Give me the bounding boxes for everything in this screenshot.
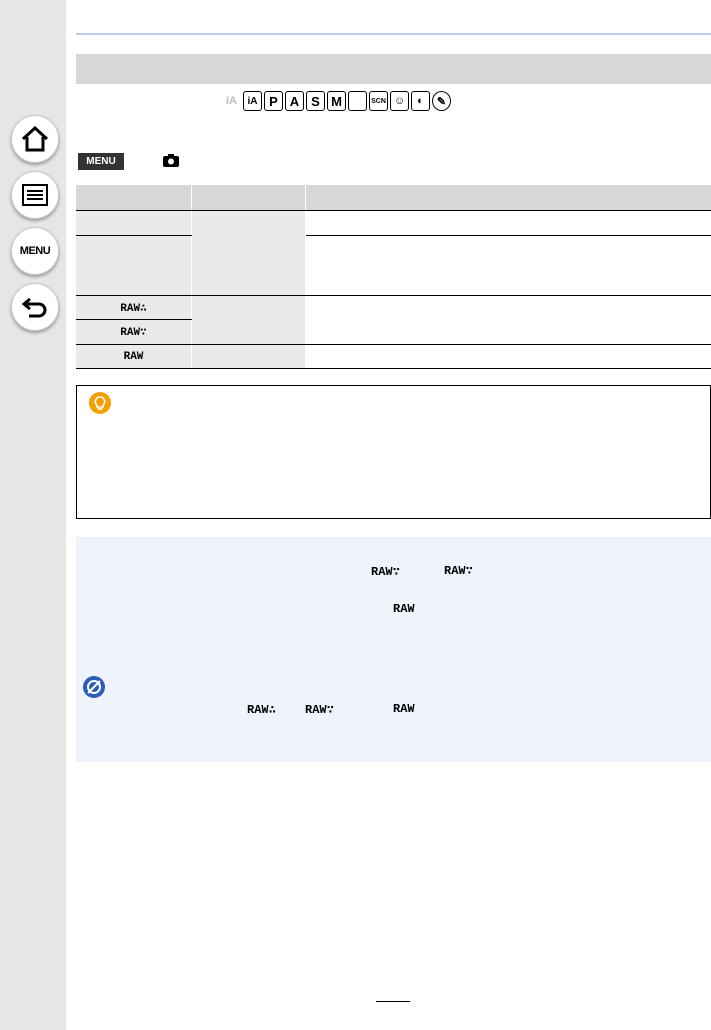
contents-button[interactable] bbox=[11, 171, 59, 219]
raw-standard-icon: RAW∵ bbox=[305, 703, 334, 717]
raw-fine-icon: RAW∵ bbox=[371, 565, 400, 579]
table-cell bbox=[305, 295, 711, 345]
camera-icon bbox=[162, 153, 180, 173]
top-rule bbox=[76, 33, 711, 35]
table-cell bbox=[305, 235, 711, 296]
raw-standard-icon: RAW∵ bbox=[444, 564, 473, 578]
table-cell bbox=[76, 235, 192, 296]
home-icon bbox=[21, 125, 49, 152]
table-header-cell bbox=[191, 185, 306, 211]
page-number-rule bbox=[376, 1001, 410, 1002]
back-button[interactable] bbox=[11, 283, 59, 331]
sidebar: MENU bbox=[0, 0, 66, 1030]
back-arrow-icon bbox=[21, 297, 47, 318]
table-cell bbox=[191, 210, 306, 296]
table-cell: RAW∵ bbox=[76, 319, 192, 345]
mode-panorama-icon bbox=[348, 91, 367, 111]
table-cell bbox=[305, 344, 711, 369]
menu-icon: MENU bbox=[19, 245, 51, 257]
table-cell bbox=[305, 210, 711, 236]
raw-icon: RAW bbox=[393, 702, 415, 716]
lightbulb-icon bbox=[89, 392, 111, 414]
table-row bbox=[76, 210, 711, 296]
menu-badge: MENU bbox=[78, 153, 124, 170]
mode-scn-icon: SCN bbox=[369, 91, 388, 111]
quality-table: RAW∴ RAW∵ RAW bbox=[76, 185, 711, 369]
mode-s-icon: S bbox=[306, 91, 325, 111]
mode-m-icon: M bbox=[327, 91, 346, 111]
tip-box bbox=[76, 385, 711, 519]
table-row bbox=[76, 235, 711, 296]
table-header-row bbox=[76, 185, 711, 211]
list-icon bbox=[22, 184, 48, 206]
table-cell: RAW bbox=[76, 344, 192, 369]
mode-ia-plus-icon: iA bbox=[243, 91, 262, 111]
mode-a-icon: A bbox=[285, 91, 304, 111]
mode-creative-icon: ✎ bbox=[432, 91, 451, 111]
table-header-cell bbox=[305, 185, 711, 211]
table-cell bbox=[191, 344, 306, 369]
section-header-bar bbox=[76, 54, 711, 84]
home-button[interactable] bbox=[11, 115, 59, 163]
mode-portrait-icon: ◐ bbox=[411, 91, 430, 111]
table-cell: RAW∴ bbox=[76, 295, 192, 320]
raw-fine-icon: RAW∴ bbox=[247, 703, 276, 717]
table-cell bbox=[191, 295, 306, 345]
table-header-cell bbox=[76, 185, 192, 211]
mode-p-icon: P bbox=[264, 91, 283, 111]
menu-button[interactable]: MENU bbox=[11, 227, 59, 275]
available-modes: iA iA P A S M SCN ☺ ◐ ✎ bbox=[222, 91, 451, 113]
table-row: RAW∴ bbox=[76, 295, 711, 345]
raw-icon: RAW bbox=[393, 602, 415, 616]
table-row: RAW bbox=[76, 344, 711, 369]
mode-ia-icon: iA bbox=[226, 95, 237, 107]
table-cell bbox=[76, 210, 192, 236]
mode-child-icon: ☺ bbox=[390, 91, 409, 111]
not-available-icon bbox=[83, 676, 105, 698]
